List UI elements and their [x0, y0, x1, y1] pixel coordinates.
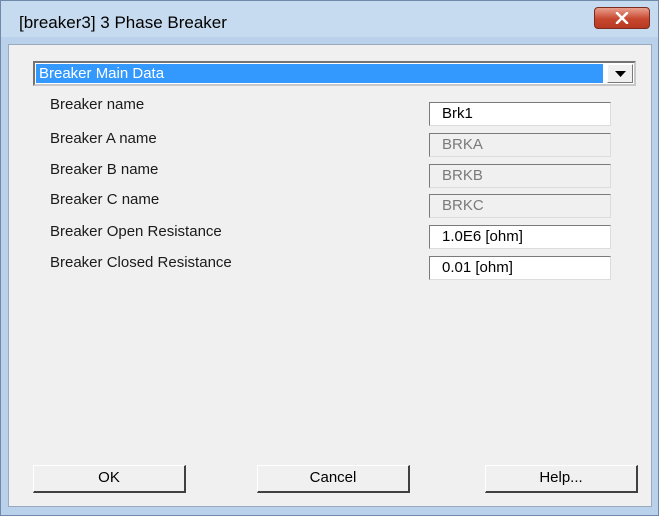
chevron-down-icon	[615, 71, 626, 77]
title-bar[interactable]: [breaker3] 3 Phase Breaker	[1, 1, 658, 37]
breaker-c-name-field: BRKC	[429, 194, 611, 218]
dialog-window: [breaker3] 3 Phase Breaker Breaker Main …	[0, 0, 659, 516]
close-button[interactable]	[594, 7, 650, 29]
open-resistance-label: Breaker Open Resistance	[50, 223, 222, 240]
dialog-body: Breaker Main Data Breaker name Brk1 Brea…	[8, 44, 652, 507]
breaker-b-name-label: Breaker B name	[50, 161, 159, 178]
close-icon	[615, 12, 629, 24]
section-dropdown[interactable]: Breaker Main Data	[33, 61, 636, 86]
ok-button[interactable]: OK	[33, 465, 186, 493]
open-resistance-field[interactable]: 1.0E6 [ohm]	[429, 225, 611, 249]
cancel-button[interactable]: Cancel	[257, 465, 410, 493]
breaker-c-name-label: Breaker C name	[50, 191, 160, 208]
window-title: [breaker3] 3 Phase Breaker	[19, 13, 227, 32]
help-button[interactable]: Help...	[485, 465, 638, 493]
dropdown-arrow-button[interactable]	[607, 64, 633, 83]
closed-resistance-field[interactable]: 0.01 [ohm]	[429, 256, 611, 280]
section-dropdown-value: Breaker Main Data	[36, 64, 603, 83]
breaker-a-name-label: Breaker A name	[50, 130, 157, 147]
closed-resistance-label: Breaker Closed Resistance	[50, 254, 232, 271]
breaker-name-label: Breaker name	[50, 96, 145, 113]
breaker-a-name-field: BRKA	[429, 133, 611, 157]
breaker-name-field[interactable]: Brk1	[429, 102, 611, 126]
breaker-b-name-field: BRKB	[429, 164, 611, 188]
